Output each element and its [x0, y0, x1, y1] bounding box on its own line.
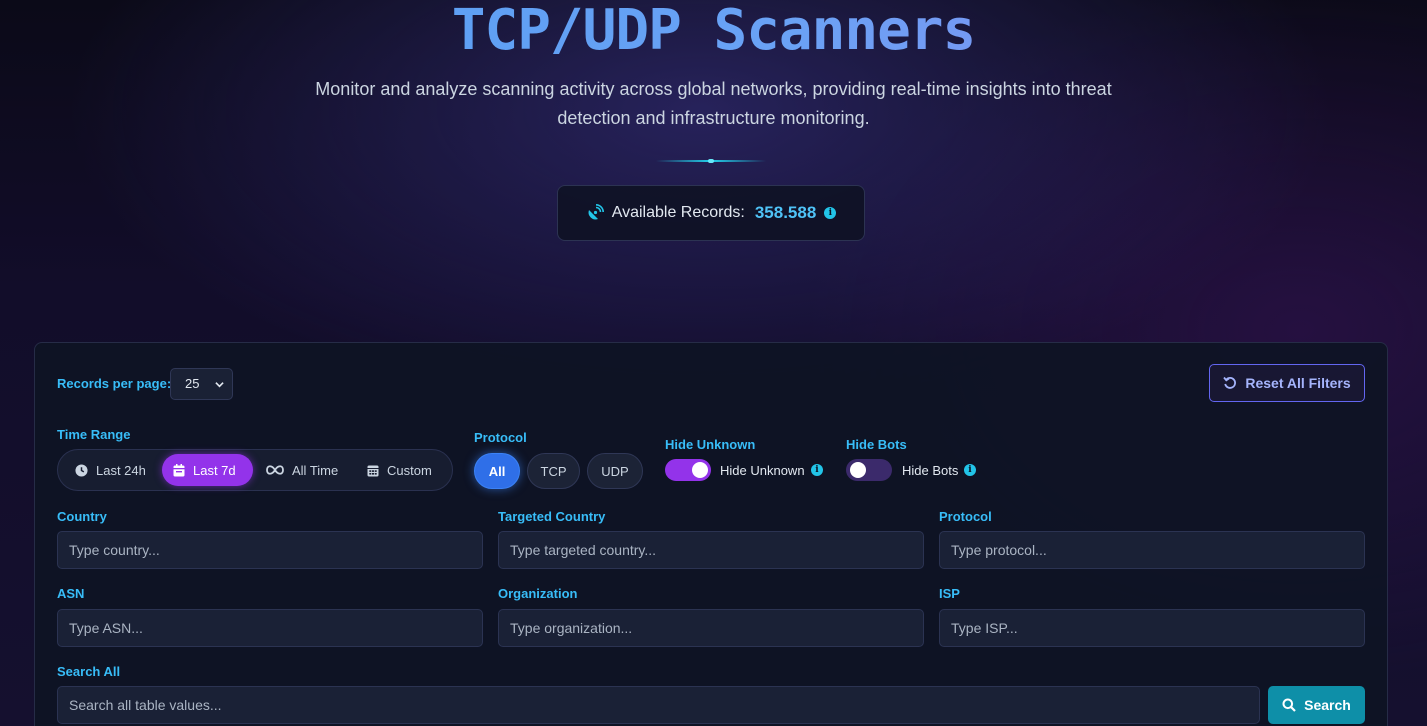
protocol-field-label: Protocol [939, 509, 992, 524]
page-subtitle: Monitor and analyze scanning activity ac… [315, 79, 1112, 128]
reset-icon [1223, 376, 1237, 390]
organization-label: Organization [498, 586, 578, 601]
country-input[interactable] [57, 531, 483, 569]
search-all-input[interactable] [57, 686, 1260, 724]
calendar-grid-icon [367, 464, 379, 477]
targeted-country-input[interactable] [498, 531, 924, 569]
country-label: Country [57, 509, 107, 524]
search-button[interactable]: Search [1268, 686, 1365, 724]
time-option-label: All Time [292, 462, 339, 478]
toggle-knob [692, 462, 708, 478]
info-icon[interactable]: i [811, 464, 823, 476]
hide-unknown-label: Hide Unknown [665, 437, 756, 452]
toggle-knob [850, 462, 866, 478]
reset-filters-button[interactable]: Reset All Filters [1209, 364, 1365, 402]
time-option-last-7d[interactable]: Last 7d [162, 454, 253, 486]
hide-unknown-toggle-text: Hide Unknown [720, 463, 805, 478]
hide-bots-toggle[interactable] [846, 459, 892, 481]
isp-label: ISP [939, 586, 960, 601]
records-count: 358.588 [754, 203, 817, 222]
isp-input[interactable] [939, 609, 1365, 647]
time-option-all-time[interactable]: All Time [255, 454, 349, 486]
page-title: TCP/UDP Scanners [0, 0, 1427, 64]
time-option-label: Last 24h [96, 462, 146, 478]
clock-icon [75, 463, 88, 477]
protocol-option-tcp[interactable]: TCP [527, 453, 580, 489]
info-icon[interactable]: i [964, 464, 976, 476]
protocol-option-all[interactable]: All [474, 453, 520, 489]
satellite-dish-icon [586, 204, 604, 222]
search-button-label: Search [1304, 697, 1351, 713]
records-per-page-select[interactable]: 25 [170, 368, 233, 400]
time-range-label: Time Range [57, 427, 131, 442]
records-per-page-label: Records per page: [57, 376, 172, 391]
hide-bots-label: Hide Bots [846, 437, 907, 452]
hide-unknown-toggle[interactable] [665, 459, 711, 481]
reset-filters-label: Reset All Filters [1245, 375, 1351, 391]
available-records-card: Available Records: 358.588 i [557, 185, 865, 241]
infinity-icon [266, 465, 284, 475]
time-option-last-24h[interactable]: Last 24h [64, 454, 157, 486]
organization-input[interactable] [498, 609, 924, 647]
time-range-group: Last 24h Last 7d All Time Custom [57, 449, 453, 491]
search-all-label: Search All [57, 664, 121, 679]
calendar-icon [173, 463, 185, 477]
hero-divider [656, 159, 766, 163]
protocol-input[interactable] [939, 531, 1365, 569]
time-option-label: Custom [387, 462, 432, 478]
records-label: Available Records: [611, 204, 745, 221]
protocol-option-udp[interactable]: UDP [587, 453, 643, 489]
targeted-country-label: Targeted Country [498, 509, 606, 524]
protocol-filter-label: Protocol [474, 430, 527, 445]
hide-bots-toggle-text: Hide Bots [902, 463, 959, 478]
info-icon[interactable]: i [824, 207, 837, 219]
time-option-label: Last 7d [193, 462, 236, 478]
asn-label: ASN [57, 586, 85, 601]
chevron-down-icon [215, 380, 224, 388]
asn-input[interactable] [57, 609, 483, 647]
records-per-page-value: 25 [185, 376, 200, 391]
time-option-custom[interactable]: Custom [356, 454, 443, 486]
search-icon [1282, 698, 1296, 712]
